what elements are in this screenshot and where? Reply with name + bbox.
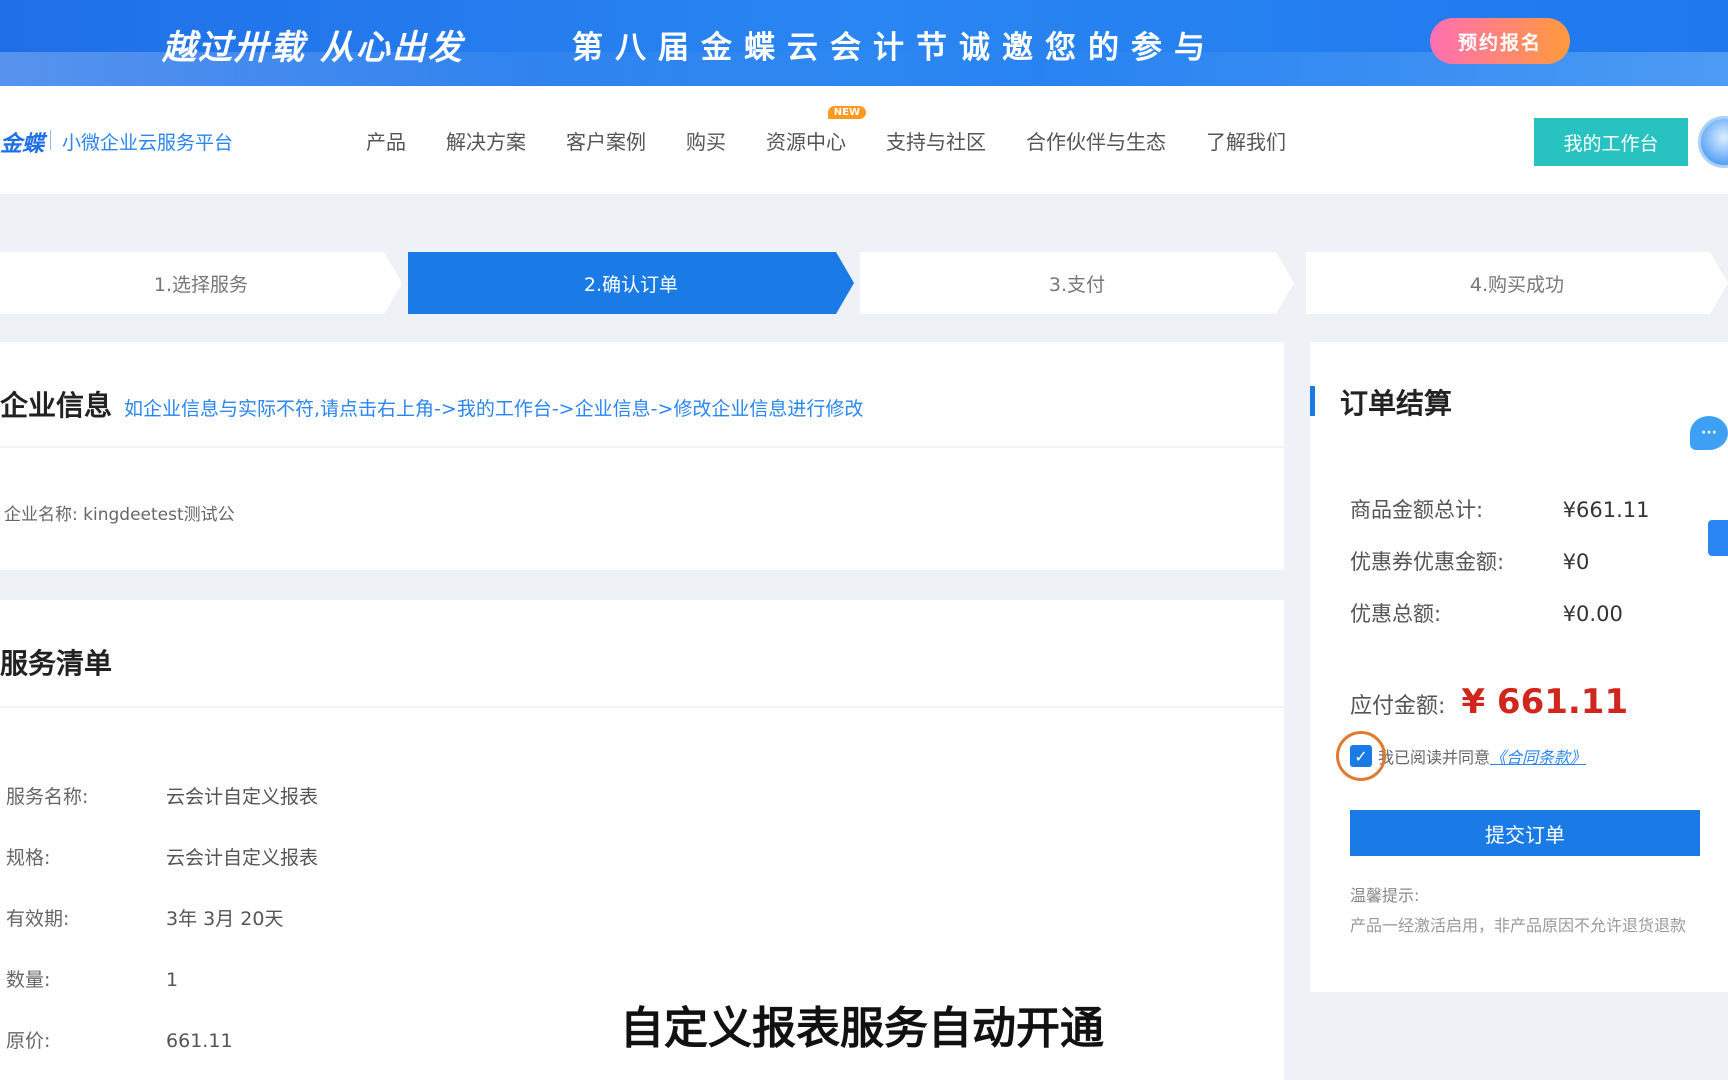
payable-label: 应付金额: bbox=[1350, 694, 1446, 719]
submit-order-button[interactable]: 提交订单 bbox=[1350, 810, 1700, 856]
company-info-panel: 企业信息 如企业信息与实际不符,请点击右上角->我的工作台->企业信息->修改企… bbox=[0, 342, 1284, 570]
payable-amount: ¥ 661.11 bbox=[1461, 682, 1629, 722]
video-subtitle: 自定义报表服务自动开通 bbox=[620, 1003, 1104, 1054]
click-highlight-ring bbox=[1336, 731, 1386, 781]
company-info-hint-link[interactable]: 如企业信息与实际不符,请点击右上角->我的工作台->企业信息->修改企业信息进行… bbox=[124, 394, 863, 421]
tip-title: 温馨提示: bbox=[1350, 886, 1420, 905]
step-success: 4.购买成功 bbox=[1306, 252, 1728, 314]
service-row-label: 服务名称: bbox=[6, 786, 89, 808]
service-row-label: 数量: bbox=[6, 969, 51, 991]
nav-item-buy[interactable]: 购买 bbox=[686, 126, 726, 155]
step-pay: 3.支付 bbox=[860, 252, 1294, 314]
step-select-service: 1.选择服务 bbox=[0, 252, 402, 314]
banner-slogan-right: 第八届金蝶云会计节诚邀您的参与 bbox=[572, 30, 1217, 66]
section-divider bbox=[0, 706, 1284, 708]
brand-subtitle: 小微企业云服务平台 bbox=[62, 132, 234, 154]
summary-value: ¥0.00 bbox=[1562, 602, 1623, 626]
agreement-row: ✓ 我已阅读并同意 《合同条款》 bbox=[1336, 731, 1586, 781]
checkout-steps: 1.选择服务 2.确认订单 3.支付 4.购买成功 bbox=[0, 252, 1728, 314]
company-name-label: 企业名称: bbox=[4, 505, 78, 525]
company-name-value: kingdeetest测试公 bbox=[83, 505, 235, 525]
summary-row-coupon: 优惠券优惠金额: ¥0 bbox=[1350, 546, 1589, 576]
summary-label: 优惠券优惠金额: bbox=[1350, 550, 1505, 574]
summary-value: ¥661.11 bbox=[1562, 498, 1650, 522]
nav-item-partners[interactable]: 合作伙伴与生态 bbox=[1026, 126, 1166, 155]
main-nav: 产品 解决方案 客户案例 购买 资源中心 NEW 支持与社区 合作伙伴与生态 了… bbox=[366, 106, 1326, 155]
service-row-value: 3年 3月 20天 bbox=[166, 908, 284, 930]
service-row-label: 原价: bbox=[6, 1030, 51, 1052]
promo-banner[interactable]: 越过卅载 从心出发 第八届金蝶云会计节诚邀您的参与 预约报名 bbox=[0, 0, 1728, 86]
order-summary-panel: 订单结算 商品金额总计: ¥661.11 优惠券优惠金额: ¥0 优惠总额: ¥… bbox=[1310, 342, 1728, 992]
side-float-tab[interactable] bbox=[1708, 520, 1728, 556]
summary-row-total: 商品金额总计: ¥661.11 bbox=[1350, 494, 1650, 524]
company-name-row: 企业名称: kingdeetest测试公 bbox=[4, 500, 235, 525]
summary-label: 商品金额总计: bbox=[1350, 498, 1484, 522]
nav-item-resources[interactable]: 资源中心 NEW bbox=[766, 106, 866, 155]
nav-item-cases[interactable]: 客户案例 bbox=[566, 126, 646, 155]
nav-item-products[interactable]: 产品 bbox=[366, 126, 406, 155]
agree-text: 我已阅读并同意 bbox=[1378, 748, 1491, 767]
service-row-label: 有效期: bbox=[6, 908, 70, 930]
nav-item-about[interactable]: 了解我们 bbox=[1206, 126, 1286, 155]
service-row-label: 规格: bbox=[6, 847, 51, 869]
service-row: 规格: 云会计自定义报表 bbox=[6, 843, 318, 870]
chat-icon[interactable]: ··· bbox=[1690, 416, 1728, 450]
service-row: 服务名称: 云会计自定义报表 bbox=[6, 782, 318, 809]
workspace-button[interactable]: 我的工作台 bbox=[1534, 118, 1688, 166]
banner-signup-button[interactable]: 预约报名 bbox=[1430, 18, 1570, 64]
nav-item-support[interactable]: 支持与社区 bbox=[886, 126, 986, 155]
summary-value: ¥0 bbox=[1562, 550, 1590, 574]
order-summary-title: 订单结算 bbox=[1340, 387, 1453, 420]
banner-slogan-left: 越过卅载 从心出发 bbox=[162, 28, 464, 68]
logo-divider bbox=[50, 130, 51, 150]
brand-logo[interactable]: 金蝶 bbox=[0, 126, 44, 158]
service-row: 有效期: 3年 3月 20天 bbox=[6, 904, 283, 931]
payable-row: 应付金额: ¥ 661.11 bbox=[1350, 682, 1628, 722]
section-divider bbox=[0, 446, 1284, 448]
service-row-value: 云会计自定义报表 bbox=[166, 847, 319, 869]
nav-item-solutions[interactable]: 解决方案 bbox=[446, 126, 526, 155]
service-row-value: 云会计自定义报表 bbox=[166, 786, 319, 808]
service-row: 原价: 661.11 bbox=[6, 1026, 233, 1053]
company-info-title: 企业信息 bbox=[0, 389, 113, 422]
title-accent-bar bbox=[1310, 386, 1315, 416]
service-row-value: 661.11 bbox=[166, 1030, 233, 1052]
nav-item-resources-label: 资源中心 bbox=[766, 130, 846, 154]
tip-text: 产品一经激活启用，非产品原因不允许退货退款 bbox=[1350, 916, 1687, 935]
step-confirm-order: 2.确认订单 bbox=[408, 252, 854, 314]
site-header: 金蝶 小微企业云服务平台 产品 解决方案 客户案例 购买 资源中心 NEW 支持… bbox=[0, 86, 1728, 194]
new-badge: NEW bbox=[827, 106, 866, 119]
avatar[interactable] bbox=[1698, 116, 1728, 168]
summary-row-discount: 优惠总额: ¥0.00 bbox=[1350, 598, 1623, 628]
summary-label: 优惠总额: bbox=[1350, 602, 1442, 626]
agree-checkbox[interactable]: ✓ bbox=[1336, 731, 1386, 781]
contract-terms-link[interactable]: 《合同条款》 bbox=[1490, 744, 1586, 768]
service-list-title: 服务清单 bbox=[0, 647, 113, 680]
service-row: 数量: 1 bbox=[6, 965, 178, 992]
service-row-value: 1 bbox=[166, 969, 179, 991]
